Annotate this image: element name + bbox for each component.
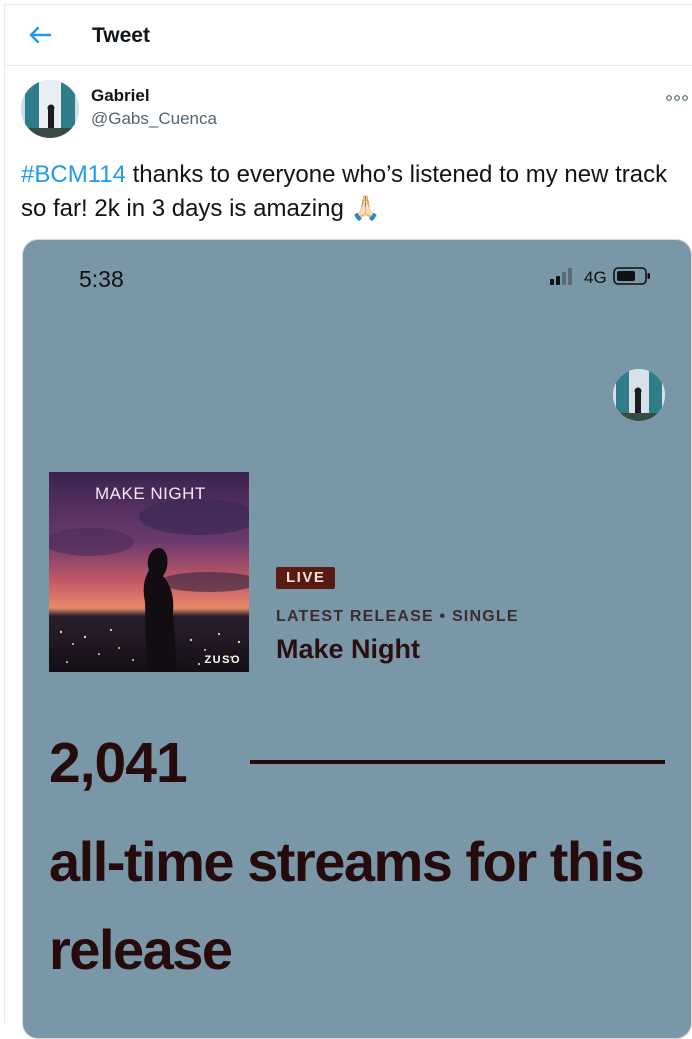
stream-count: 2,041 [49, 731, 188, 795]
author-handle[interactable]: @Gabs_Cuenca [91, 109, 217, 129]
network-label: 4G [584, 268, 607, 287]
more-icon [666, 89, 688, 107]
release-title: Make Night [276, 634, 421, 664]
folded-hands-emoji: 🙏🏻 [350, 195, 381, 222]
author-avatar[interactable] [21, 80, 79, 138]
author-name[interactable]: Gabriel [91, 86, 150, 106]
battery-icon [612, 266, 651, 291]
album-cover[interactable]: MAKE NIGHT ZUSO [49, 472, 249, 672]
status-indicators: 4G [550, 266, 651, 291]
hashtag-link[interactable]: #BCM114 [21, 161, 126, 188]
stream-caption: all-time streams for this release [49, 830, 645, 981]
more-options-button[interactable] [664, 90, 690, 106]
divider [250, 760, 665, 764]
album-cover-title: MAKE NIGHT [95, 484, 206, 503]
profile-avatar[interactable] [613, 369, 665, 421]
tweet-media-image[interactable]: 5:38 4G MAKE NIGHT ZUSO LIVE LATEST RELE… [22, 239, 692, 1039]
status-time: 5:38 [79, 266, 124, 292]
album-cover-artist: ZUSO [204, 654, 241, 666]
tweet-text: #BCM114 thanks to everyone who’s listene… [21, 158, 691, 226]
signal-icon [550, 267, 578, 290]
top-bar: Tweet [4, 4, 692, 66]
tweet: Gabriel @Gabs_Cuenca #BCM114 thanks to e… [4, 66, 692, 1039]
back-arrow-icon [28, 25, 52, 50]
live-badge: LIVE [276, 567, 336, 589]
release-meta: LATEST RELEASE • SINGLE [276, 608, 519, 625]
back-button[interactable] [23, 23, 57, 51]
page-title: Tweet [92, 24, 150, 47]
